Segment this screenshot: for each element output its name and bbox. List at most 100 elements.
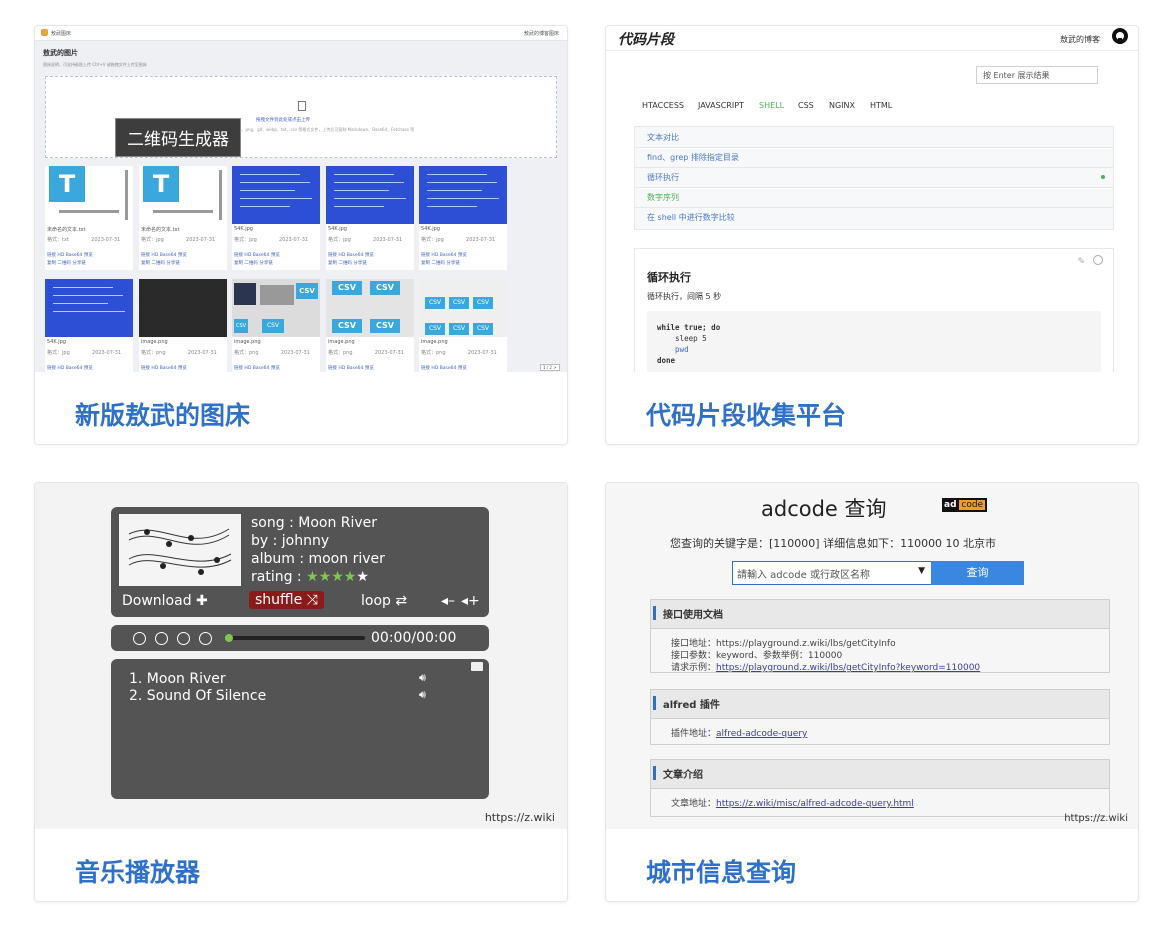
image-card[interactable]: 54K.jpg 格式：jpg 2023-07-31 链接 HD Base64 预… bbox=[326, 166, 414, 270]
search-input[interactable]: 按 Enter 展示结果 bbox=[976, 66, 1098, 84]
image-card[interactable]: 54K.jpg 格式：jpg 2023-07-31 链接 HD Base64 预… bbox=[45, 279, 133, 372]
edit-icon[interactable]: ✎ bbox=[1077, 257, 1085, 267]
example-link[interactable]: https://playground.z.wiki/lbs/getCityInf… bbox=[716, 663, 980, 673]
alfred-link[interactable]: alfred-adcode-query bbox=[716, 729, 807, 739]
upload-text[interactable]: 拖拽文件到此处或点击上传 bbox=[256, 117, 310, 123]
blog-link[interactable]: 敖武的博客图床 bbox=[524, 30, 559, 37]
image-actions[interactable]: 链接 HD Base64 预览 bbox=[141, 252, 187, 258]
loop-button[interactable]: loop ⇄ bbox=[361, 593, 407, 609]
upload-subtext: 支持 jpg、png、gif、webp、txt、csv 等格式文件，上传后可复制… bbox=[226, 127, 415, 132]
shuffle-button[interactable]: shuffle ⤨ bbox=[249, 591, 324, 609]
query-button[interactable]: 查询 bbox=[931, 561, 1024, 585]
github-icon[interactable] bbox=[1112, 28, 1128, 44]
image-actions[interactable]: 链接 HD Base64 预览 bbox=[421, 365, 467, 371]
card-title[interactable]: 音乐播放器 bbox=[75, 853, 200, 889]
tab-nginx[interactable]: NGINX bbox=[829, 101, 855, 110]
pager[interactable]: 1 / 2 > bbox=[540, 364, 560, 371]
blog-link[interactable]: 敖武的博客 bbox=[1060, 34, 1100, 45]
project-card-code-snippets[interactable]: 代码片段 敖武的博客 按 Enter 展示结果 HTACCESS JAVASCR… bbox=[605, 25, 1139, 445]
playlist-item[interactable]: 2. Sound Of Silence bbox=[129, 688, 266, 704]
snippet-item-active[interactable]: 循环执行 bbox=[647, 172, 679, 183]
card-title[interactable]: 城市信息查询 bbox=[646, 853, 796, 889]
star-filled-icon[interactable]: ★ bbox=[319, 569, 332, 585]
card-title[interactable]: 代码片段收集平台 bbox=[646, 396, 846, 432]
image-actions-2[interactable]: 复制 二维码 分享链 bbox=[141, 260, 180, 266]
image-card[interactable]: T 未命名的文本.txt 格式：txt 2023-07-31 链接 HD Bas… bbox=[45, 166, 133, 270]
code-line: done bbox=[657, 356, 676, 365]
csv-icon: CSV bbox=[425, 323, 445, 335]
image-format: 格式：jpg 2023-07-31 bbox=[47, 350, 122, 356]
csv-icon: CSV bbox=[296, 283, 318, 299]
snippet-item[interactable]: 文本对比 bbox=[647, 132, 679, 143]
tab-htaccess[interactable]: HTACCESS bbox=[642, 101, 684, 110]
tab-shell[interactable]: SHELL bbox=[759, 101, 784, 110]
image-card[interactable]: CSV CSV CSV CSV image.png 格式：png 2023-07… bbox=[326, 279, 414, 372]
image-actions-2[interactable]: 复制 二维码 分享链 bbox=[234, 260, 273, 266]
image-actions[interactable]: 链接 HD Base64 预览 bbox=[328, 365, 374, 371]
image-card[interactable]: 54K.jpg 格式：jpg 2023-07-31 链接 HD Base64 预… bbox=[232, 166, 320, 270]
grey-tile bbox=[260, 285, 294, 305]
image-name: image.png bbox=[421, 339, 448, 345]
project-card-image-host[interactable]: 敖武图床 敖武的博客图床 敖武的图片 图床说明，可支持粘贴上传 Ctrl+V 或… bbox=[34, 25, 568, 445]
tab-javascript[interactable]: JAVASCRIPT bbox=[698, 101, 744, 110]
image-actions[interactable]: 链接 HD Base64 预览 bbox=[47, 365, 93, 371]
image-format: 格式：jpg 2023-07-31 bbox=[141, 237, 216, 243]
image-card[interactable]: image.png 格式：png 2023-07-31 链接 HD Base64… bbox=[139, 279, 227, 372]
image-actions-2[interactable]: 复制 二维码 分享链 bbox=[421, 260, 460, 266]
project-card-adcode[interactable]: adcode 查询 ad code 您查询的关键字是：[110000] 详细信息… bbox=[605, 482, 1139, 902]
text-line bbox=[125, 170, 128, 220]
image-card[interactable]: 54K.jpg 格式：jpg 2023-07-31 链接 HD Base64 预… bbox=[419, 166, 507, 270]
adcode-input[interactable]: 請輸入 adcode 或行政区名称 ▼ bbox=[732, 561, 932, 585]
tab-css[interactable]: CSS bbox=[798, 101, 814, 110]
image-actions[interactable]: 链接 HD Base64 预览 bbox=[328, 252, 374, 258]
previous-icon[interactable] bbox=[133, 632, 146, 645]
project-card-music-player[interactable]: song : Moon River by : johnny album : mo… bbox=[34, 482, 568, 902]
section-title: alfred 插件 bbox=[663, 700, 720, 711]
csv-icon: CSV bbox=[332, 281, 362, 295]
image-actions-2[interactable]: 复制 二维码 分享链 bbox=[47, 260, 86, 266]
volume-down-button[interactable]: ◂– bbox=[441, 593, 455, 609]
progress-knob[interactable] bbox=[225, 634, 233, 642]
play-icon[interactable] bbox=[155, 632, 168, 645]
download-button[interactable]: Download ✚ bbox=[122, 593, 208, 609]
stop-icon[interactable] bbox=[177, 632, 190, 645]
site-logo[interactable]: 代码片段 bbox=[618, 29, 674, 49]
tab-html[interactable]: HTML bbox=[870, 101, 892, 110]
settings-icon[interactable] bbox=[1093, 255, 1103, 265]
image-actions-2[interactable]: 复制 二维码 分享链 bbox=[328, 260, 367, 266]
snippet-item[interactable]: 在 shell 中进行数字比较 bbox=[647, 212, 735, 223]
star-filled-icon[interactable]: ★ bbox=[306, 569, 319, 585]
image-card[interactable]: CSV CSV CSV CSV CSV CSV image.png 格式：png… bbox=[419, 279, 507, 372]
section-title: 接口使用文档 bbox=[663, 610, 723, 621]
star-filled-icon[interactable]: ★ bbox=[344, 569, 357, 585]
time-display: 00:00/00:00 bbox=[371, 630, 457, 646]
image-name: image.png bbox=[328, 339, 355, 345]
image-card[interactable]: CSV CSV CSV image.png 格式：png 2023-07-31 … bbox=[232, 279, 320, 372]
image-name: 54K.jpg bbox=[47, 339, 66, 345]
article-link[interactable]: https://z.wiki/misc/alfred-adcode-query.… bbox=[716, 799, 914, 809]
image-actions[interactable]: 链接 HD Base64 预览 bbox=[234, 252, 280, 258]
star-filled-icon[interactable]: ★ bbox=[331, 569, 344, 585]
image-name: 未命名的文本.txt bbox=[141, 227, 180, 233]
image-actions[interactable]: 链接 HD Base64 预览 bbox=[141, 365, 187, 371]
image-actions[interactable]: 链接 HD Base64 预览 bbox=[421, 252, 467, 258]
csv-icon: CSV bbox=[473, 323, 493, 335]
blue-doc-thumb bbox=[45, 279, 133, 337]
dropdown-caret-icon[interactable]: ▼ bbox=[918, 566, 925, 576]
csv-icon: CSV bbox=[370, 319, 400, 333]
image-card[interactable]: T 未命名的文本.txt 格式：jpg 2023-07-31 链接 HD Bas… bbox=[139, 166, 227, 270]
snippet-item[interactable]: find、grep 排除指定目录 bbox=[647, 152, 739, 163]
star-empty-icon[interactable]: ★ bbox=[356, 569, 369, 585]
playlist-item[interactable]: 1. Moon River bbox=[129, 671, 226, 687]
image-actions[interactable]: 链接 HD Base64 预览 bbox=[234, 365, 280, 371]
image-actions[interactable]: 链接 HD Base64 预览 bbox=[47, 252, 93, 258]
blue-doc-thumb bbox=[232, 166, 320, 224]
speaker-icon[interactable]: 🔊︎ bbox=[419, 671, 426, 685]
speaker-icon[interactable]: 🔊︎ bbox=[419, 688, 426, 702]
progress-track[interactable] bbox=[225, 634, 365, 642]
snippet-item[interactable]: 数字序列 bbox=[647, 192, 679, 203]
card-title[interactable]: 新版敖武的图床 bbox=[75, 396, 250, 432]
expand-icon[interactable] bbox=[471, 662, 483, 671]
next-icon[interactable] bbox=[199, 632, 212, 645]
volume-up-button[interactable]: ◂+ bbox=[461, 593, 480, 609]
